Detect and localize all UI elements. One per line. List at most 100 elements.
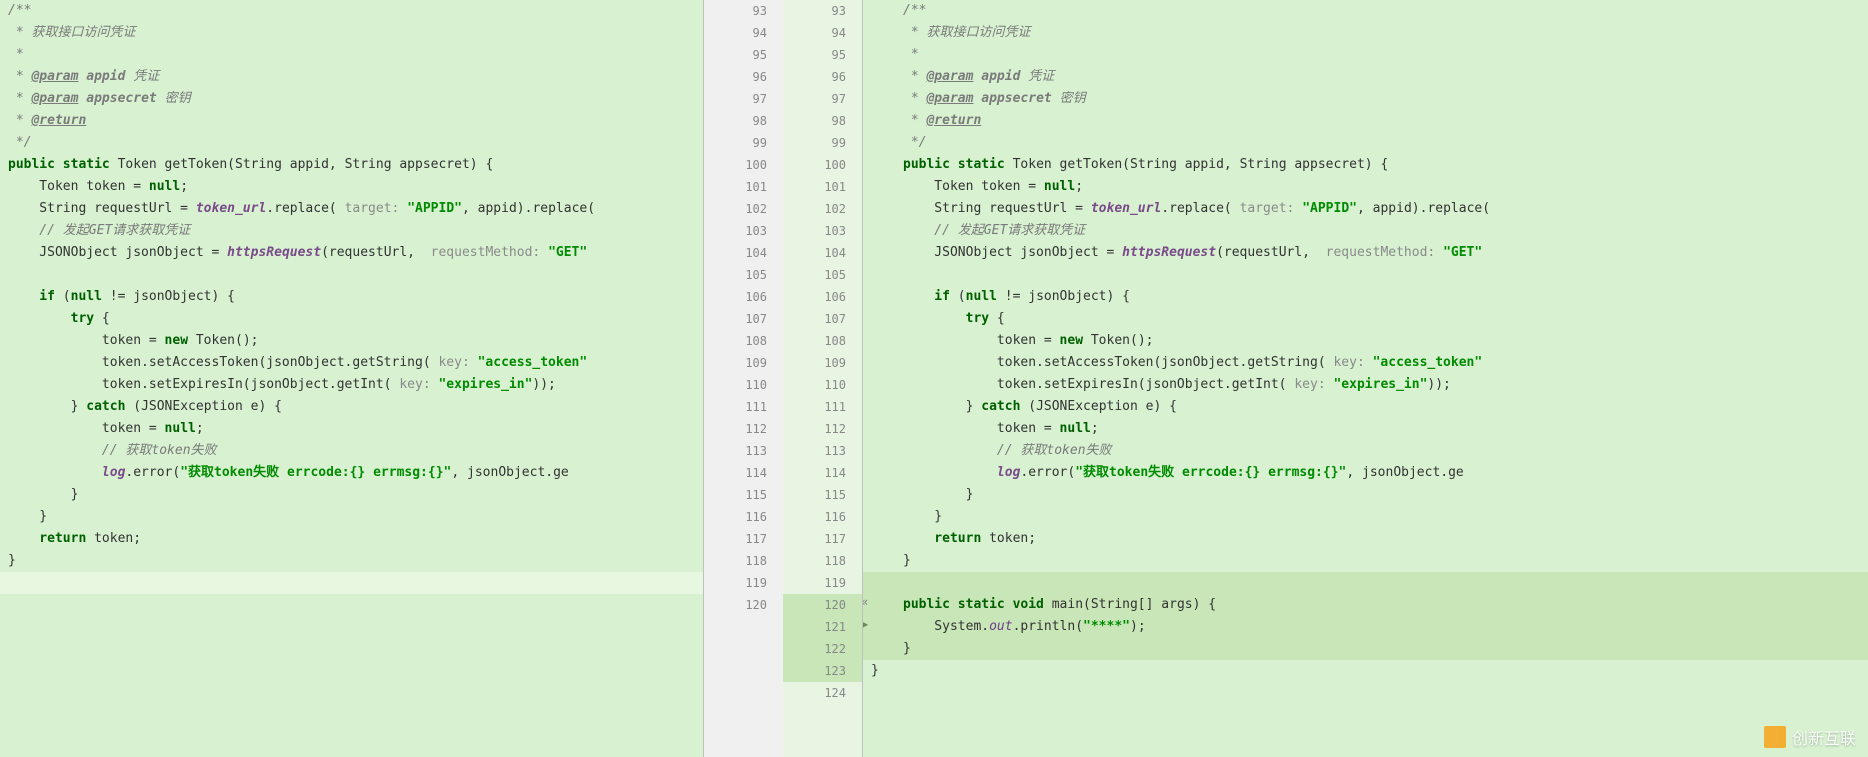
- right-line-numbers: 9394959697989910010110210310410510610710…: [783, 0, 862, 757]
- code-text: token.setAccessToken(jsonObject.getStrin…: [903, 355, 1333, 370]
- brand-logo-icon: [1764, 726, 1786, 748]
- code-text: token =: [8, 421, 165, 436]
- arrow-right-icon[interactable]: ▶: [863, 617, 868, 631]
- keyword-if: if: [8, 289, 55, 304]
- identifier: httpsRequest: [227, 245, 321, 260]
- line-number: 108: [783, 330, 862, 352]
- line-number: 95: [704, 44, 783, 66]
- code-text: token =: [903, 421, 1060, 436]
- right-code-pane[interactable]: /** * 获取接口访问凭证 * * @param appid 凭证 * @pa…: [863, 0, 1868, 757]
- line-number: 106: [704, 286, 783, 308]
- line-number: 93: [704, 0, 783, 22]
- code-text: token =: [8, 333, 165, 348]
- line-number: 99: [783, 132, 862, 154]
- param-desc: 密钥: [165, 91, 191, 106]
- line-number: 105: [783, 264, 862, 286]
- code-text: ));: [532, 377, 555, 392]
- line-number: 105: [704, 264, 783, 286]
- line-number: 112: [704, 418, 783, 440]
- line-number: 112: [783, 418, 862, 440]
- line-number: 106: [783, 286, 862, 308]
- field-ref: out: [989, 619, 1012, 634]
- code-text: ;: [196, 421, 204, 436]
- line-number: 113: [783, 440, 862, 462]
- code-text: (JSONException e) {: [125, 399, 282, 414]
- line-number: 108: [704, 330, 783, 352]
- line-number: 115: [783, 484, 862, 506]
- code-text: System.: [903, 619, 989, 634]
- line-number: 114: [704, 462, 783, 484]
- line-number: 120: [704, 594, 783, 616]
- keyword-return: return: [8, 531, 86, 546]
- param-name: appid: [86, 69, 125, 84]
- param-name: appsecret: [981, 91, 1051, 106]
- code-text: .replace(: [266, 201, 344, 216]
- line-number: 116: [783, 506, 862, 528]
- left-line-numbers: 9394959697989910010110210310410510610710…: [704, 0, 783, 757]
- line-number-gutter: 9394959697989910010110210310410510610710…: [703, 0, 863, 757]
- doc-comment-line: *: [903, 69, 926, 84]
- keyword: public static void: [903, 597, 1044, 612]
- line-number: 117: [704, 528, 783, 550]
- code-text: .error(: [125, 465, 180, 480]
- added-line: public static void main(String[] args) {: [863, 594, 1868, 616]
- param-tag: @param: [926, 91, 973, 106]
- brand-watermark: 创新互联: [1764, 725, 1856, 749]
- param-hint: key:: [1333, 355, 1372, 370]
- line-number: 103: [704, 220, 783, 242]
- keyword-null: null: [149, 179, 180, 194]
- keyword-null: null: [71, 289, 102, 304]
- code-text: token.setAccessToken(jsonObject.getStrin…: [8, 355, 438, 370]
- doc-comment-line: * 获取接口访问凭证: [8, 25, 135, 40]
- keyword-try: try: [903, 311, 989, 326]
- code-text: Token token =: [903, 179, 1044, 194]
- code-text: , jsonObject.ge: [1346, 465, 1463, 480]
- line-number: 109: [783, 352, 862, 374]
- doc-comment-line: *: [903, 91, 926, 106]
- doc-comment-line: *: [903, 113, 926, 128]
- doc-comment-line: *: [8, 69, 31, 84]
- doc-comment-line: *: [8, 113, 31, 128]
- code-text: token.setExpiresIn(jsonObject.getInt(: [903, 377, 1294, 392]
- param-hint: key:: [399, 377, 438, 392]
- line-number: 100: [783, 154, 862, 176]
- line-comment: // 获取token失败: [903, 443, 1112, 458]
- line-number: 121: [783, 616, 862, 638]
- code-text: }: [8, 509, 47, 524]
- chevron-left-icon[interactable]: «: [863, 595, 868, 609]
- identifier: token_url: [1091, 201, 1161, 216]
- code-text: .replace(: [1161, 201, 1239, 216]
- param-hint: requestMethod:: [1326, 245, 1443, 260]
- code-text: }: [903, 509, 942, 524]
- string-literal: "获取token失败 errcode:{} errmsg:{}": [1075, 465, 1346, 480]
- line-number: 110: [783, 374, 862, 396]
- line-number: 104: [783, 242, 862, 264]
- code-text: != jsonObject) {: [102, 289, 235, 304]
- line-number: 111: [783, 396, 862, 418]
- code-text: {: [94, 311, 110, 326]
- method-signature: Token getToken(String appid, String apps…: [110, 157, 494, 172]
- line-number: 103: [783, 220, 862, 242]
- string-literal: "access_token": [478, 355, 588, 370]
- string-literal: "expires_in": [438, 377, 532, 392]
- line-comment: // 发起GET请求获取凭证: [8, 223, 190, 238]
- param-tag: @param: [31, 91, 78, 106]
- code-text: }: [903, 641, 911, 656]
- code-text: }: [8, 553, 16, 568]
- code-text: , appid).replace(: [462, 201, 595, 216]
- keyword-try: try: [8, 311, 94, 326]
- identifier: token_url: [196, 201, 266, 216]
- param-hint: key:: [1294, 377, 1333, 392]
- code-text: {: [989, 311, 1005, 326]
- keyword-public: public: [8, 157, 55, 172]
- code-text: token =: [903, 333, 1060, 348]
- line-number: 109: [704, 352, 783, 374]
- added-line: [863, 572, 1868, 594]
- doc-comment: /**: [903, 3, 926, 18]
- line-number: 98: [783, 110, 862, 132]
- left-code-pane[interactable]: /** * 获取接口访问凭证 * * @param appid 凭证 * @pa…: [0, 0, 703, 757]
- line-number: 120: [783, 594, 862, 616]
- line-number: 119: [704, 572, 783, 594]
- code-text: (: [55, 289, 71, 304]
- line-number: 93: [783, 0, 862, 22]
